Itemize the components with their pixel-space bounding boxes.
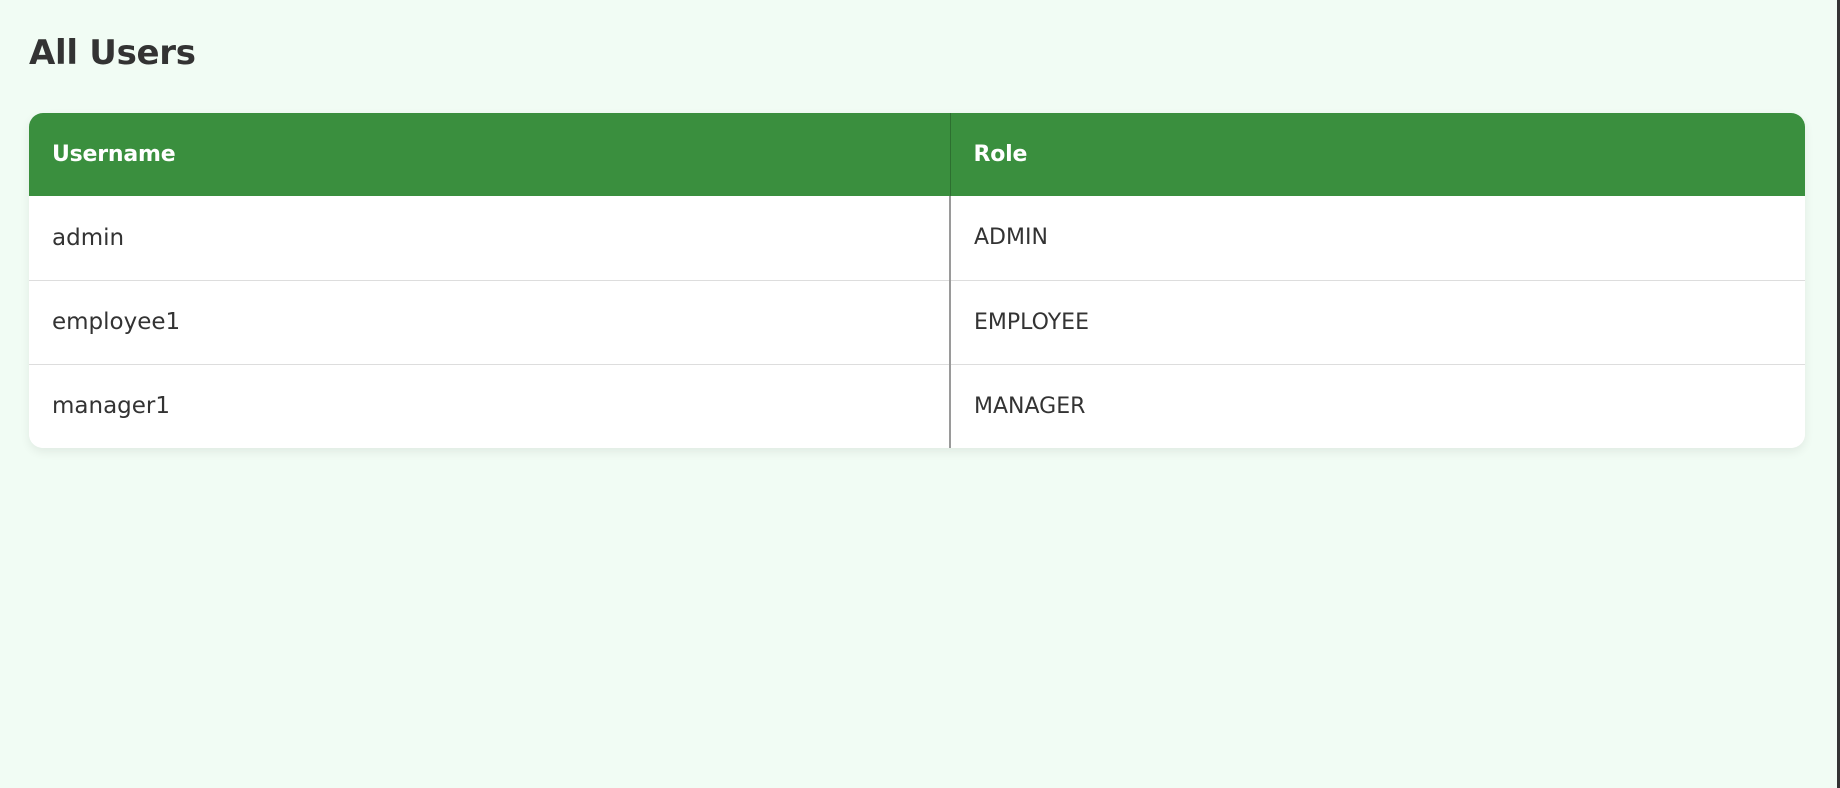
table-row: employee1 EMPLOYEE [29,279,1805,364]
users-table-card: Username Role admin ADMIN employee1 EMPL… [29,113,1805,448]
column-header-role: Role [950,113,1805,196]
users-table-body: admin ADMIN employee1 EMPLOYEE manager1 … [29,196,1805,448]
role-cell: MANAGER [950,363,1805,448]
table-row: admin ADMIN [29,196,1805,280]
table-row: manager1 MANAGER [29,363,1805,448]
column-header-username: Username [29,113,951,196]
header-row: Username Role [29,113,1805,196]
role-cell: EMPLOYEE [950,279,1805,364]
username-cell: employee1 [29,279,951,364]
page-title: All Users [29,33,196,73]
role-cell: ADMIN [950,196,1805,280]
username-cell: admin [29,196,951,280]
users-table-header: Username Role [29,113,1805,196]
page-container: All Users Username Role admin ADMIN empl… [0,0,1805,448]
username-cell: manager1 [29,363,951,448]
users-table: Username Role admin ADMIN employee1 EMPL… [29,113,1805,448]
